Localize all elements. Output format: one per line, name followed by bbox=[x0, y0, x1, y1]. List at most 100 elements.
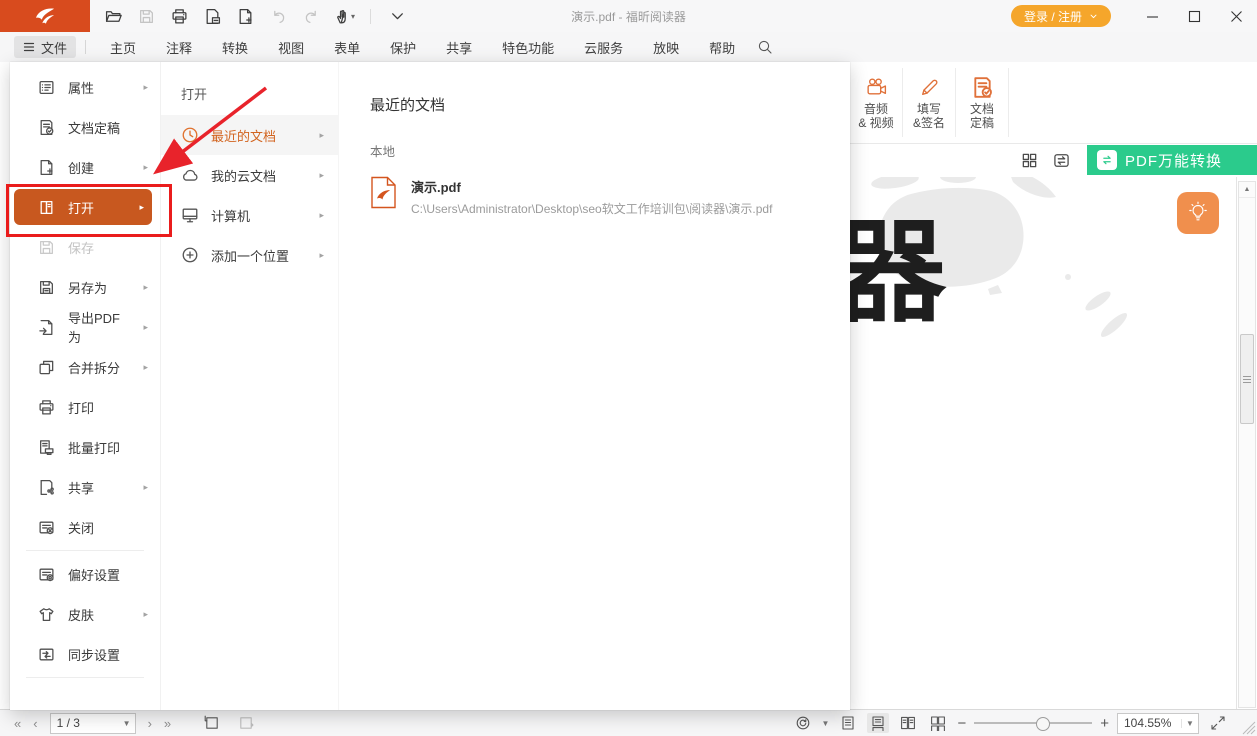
save-button[interactable] bbox=[133, 3, 159, 29]
convert-label: PDF万能转换 bbox=[1125, 150, 1222, 171]
open-submenu: 打开 最近的文档▸我的云文档▸计算机▸添加一个位置▸ bbox=[160, 62, 338, 710]
file-menu-item-label: 合并拆分 bbox=[68, 358, 120, 377]
open-file-button[interactable] bbox=[100, 3, 126, 29]
tab-comment[interactable]: 注释 bbox=[151, 32, 207, 62]
file-menu-item-skin[interactable]: 皮肤▸ bbox=[10, 594, 160, 634]
zoom-level-input[interactable]: 104.55% ▼ bbox=[1117, 713, 1199, 734]
tab-protect[interactable]: 保护 bbox=[375, 32, 431, 62]
facing-view-button[interactable] bbox=[897, 713, 919, 733]
doc-plus-icon bbox=[38, 159, 55, 176]
tab-share[interactable]: 共享 bbox=[431, 32, 487, 62]
scrollbar-thumb[interactable] bbox=[1240, 334, 1254, 424]
tab-features[interactable]: 特色功能 bbox=[487, 32, 569, 62]
ribbon-group-doc-finalize[interactable]: 文档定稿 bbox=[956, 62, 1008, 143]
open-item-computer[interactable]: 计算机▸ bbox=[161, 195, 338, 235]
ribbon-group-audio-video[interactable]: 音频& 视频 bbox=[850, 62, 902, 143]
continuous-facing-view-button[interactable] bbox=[927, 713, 949, 733]
doc-export-icon bbox=[38, 319, 55, 336]
open-item-add-place[interactable]: 添加一个位置▸ bbox=[161, 235, 338, 275]
ribbon-right: 音频& 视频填写&签名文档定稿 bbox=[850, 62, 1257, 144]
file-menu-item-doc-finalize[interactable]: 文档定稿 bbox=[10, 107, 160, 147]
auto-scroll-caret-icon[interactable]: ▼ bbox=[822, 719, 830, 728]
recent-file-item[interactable]: 演示.pdfC:\Users\Administrator\Desktop\seo… bbox=[370, 176, 850, 217]
first-page-button[interactable]: « bbox=[14, 716, 21, 731]
undo-button[interactable] bbox=[265, 3, 291, 29]
create-doc-button[interactable] bbox=[232, 3, 258, 29]
tab-home[interactable]: 主页 bbox=[95, 32, 151, 62]
page-dropdown-caret-icon[interactable]: ▼ bbox=[119, 719, 135, 728]
swap-view-button[interactable] bbox=[1049, 148, 1073, 172]
redo-button[interactable] bbox=[298, 3, 324, 29]
close-button[interactable] bbox=[1215, 0, 1257, 32]
annotation-highlight-box bbox=[6, 184, 172, 237]
file-menu-item-preferences[interactable]: 偏好设置 bbox=[10, 554, 160, 594]
grid-view-button[interactable] bbox=[1017, 148, 1041, 172]
next-page-button[interactable]: › bbox=[148, 716, 152, 731]
auto-scroll-button[interactable] bbox=[792, 713, 814, 733]
login-button[interactable]: 登录 / 注册 bbox=[1011, 5, 1111, 27]
tips-lightbulb-button[interactable] bbox=[1177, 192, 1219, 234]
print-button[interactable] bbox=[166, 3, 192, 29]
tab-convert[interactable]: 转换 bbox=[207, 32, 263, 62]
open-item-cloud-docs[interactable]: 我的云文档▸ bbox=[161, 155, 338, 195]
hand-tool-button[interactable]: ▾ bbox=[331, 3, 357, 29]
tab-help[interactable]: 帮助 bbox=[694, 32, 750, 62]
collapse-toolbar-button[interactable] bbox=[384, 3, 410, 29]
file-menu-item-label: 属性 bbox=[68, 78, 94, 97]
file-menu-item-label: 创建 bbox=[68, 158, 94, 177]
ribbon-group-fill-sign[interactable]: 填写&签名 bbox=[903, 62, 955, 143]
recent-file-text: 演示.pdfC:\Users\Administrator\Desktop\seo… bbox=[411, 176, 772, 217]
file-menu-item-merge-split[interactable]: 合并拆分▸ bbox=[10, 347, 160, 387]
tab-present[interactable]: 放映 bbox=[638, 32, 694, 62]
file-menu-item-batch-print[interactable]: 批量打印 bbox=[10, 427, 160, 467]
file-menu-item-create[interactable]: 创建▸ bbox=[10, 147, 160, 187]
file-menu-item-print[interactable]: 打印 bbox=[10, 387, 160, 427]
properties-icon bbox=[38, 79, 55, 96]
resize-grip[interactable] bbox=[1242, 721, 1256, 735]
file-menu-item-close[interactable]: 关闭 bbox=[10, 507, 160, 547]
maximize-button[interactable] bbox=[1173, 0, 1215, 32]
prev-page-button[interactable]: ‹ bbox=[33, 716, 37, 731]
toolbar-separator bbox=[370, 9, 371, 24]
scroll-up-icon[interactable]: ▲ bbox=[1239, 182, 1255, 198]
zoom-slider-knob[interactable] bbox=[1036, 717, 1050, 731]
search-icon bbox=[757, 39, 773, 55]
tab-form[interactable]: 表单 bbox=[319, 32, 375, 62]
open-item-recent-docs[interactable]: 最近的文档▸ bbox=[161, 115, 338, 155]
minimize-button[interactable] bbox=[1131, 0, 1173, 32]
open-item-label: 计算机 bbox=[211, 206, 250, 225]
ribbon-group-label: 音频& 视频 bbox=[858, 102, 893, 130]
pdf-convert-button[interactable]: PDF万能转换 bbox=[1087, 145, 1257, 175]
zoom-dropdown-caret-icon[interactable]: ▼ bbox=[1181, 719, 1198, 728]
next-view-button[interactable] bbox=[235, 713, 257, 733]
file-menu-item-label: 文档定稿 bbox=[68, 118, 120, 137]
vertical-scrollbar[interactable]: ▲ bbox=[1238, 181, 1256, 708]
continuous-view-button[interactable] bbox=[867, 713, 889, 733]
file-menu-item-label: 关闭 bbox=[68, 518, 94, 537]
export-doc-button[interactable] bbox=[199, 3, 225, 29]
hand-tool-caret-icon[interactable]: ▾ bbox=[351, 12, 355, 21]
tab-view[interactable]: 视图 bbox=[263, 32, 319, 62]
search-button[interactable] bbox=[754, 37, 776, 57]
file-menu-item-sync-settings[interactable]: 同步设置 bbox=[10, 634, 160, 674]
zoom-out-button[interactable]: − bbox=[957, 715, 966, 732]
file-menu-item-properties[interactable]: 属性▸ bbox=[10, 67, 160, 107]
tab-cloud-service[interactable]: 云服务 bbox=[569, 32, 638, 62]
floppy-icon bbox=[138, 8, 155, 25]
doc-share-icon bbox=[38, 479, 55, 496]
merge-icon bbox=[38, 359, 55, 376]
recent-docs-pane: 最近的文档 本地 演示.pdfC:\Users\Administrator\De… bbox=[338, 62, 850, 710]
single-page-view-button[interactable] bbox=[837, 713, 859, 733]
zoom-in-button[interactable]: + bbox=[1100, 715, 1109, 732]
file-menu-item-share[interactable]: 共享▸ bbox=[10, 467, 160, 507]
zoom-slider[interactable] bbox=[974, 716, 1092, 730]
open-item-label: 最近的文档 bbox=[211, 126, 276, 145]
previous-view-button[interactable] bbox=[201, 713, 223, 733]
grid-icon bbox=[1021, 152, 1038, 169]
file-menu-item-export-pdf[interactable]: 导出PDF为▸ bbox=[10, 307, 160, 347]
last-page-button[interactable]: » bbox=[164, 716, 171, 731]
file-menu-item-save-as[interactable]: 另存为▸ bbox=[10, 267, 160, 307]
file-menu-button[interactable]: 文件 bbox=[14, 36, 76, 58]
page-number-input[interactable]: 1 / 3 ▼ bbox=[50, 713, 136, 734]
fullscreen-button[interactable] bbox=[1207, 713, 1229, 733]
